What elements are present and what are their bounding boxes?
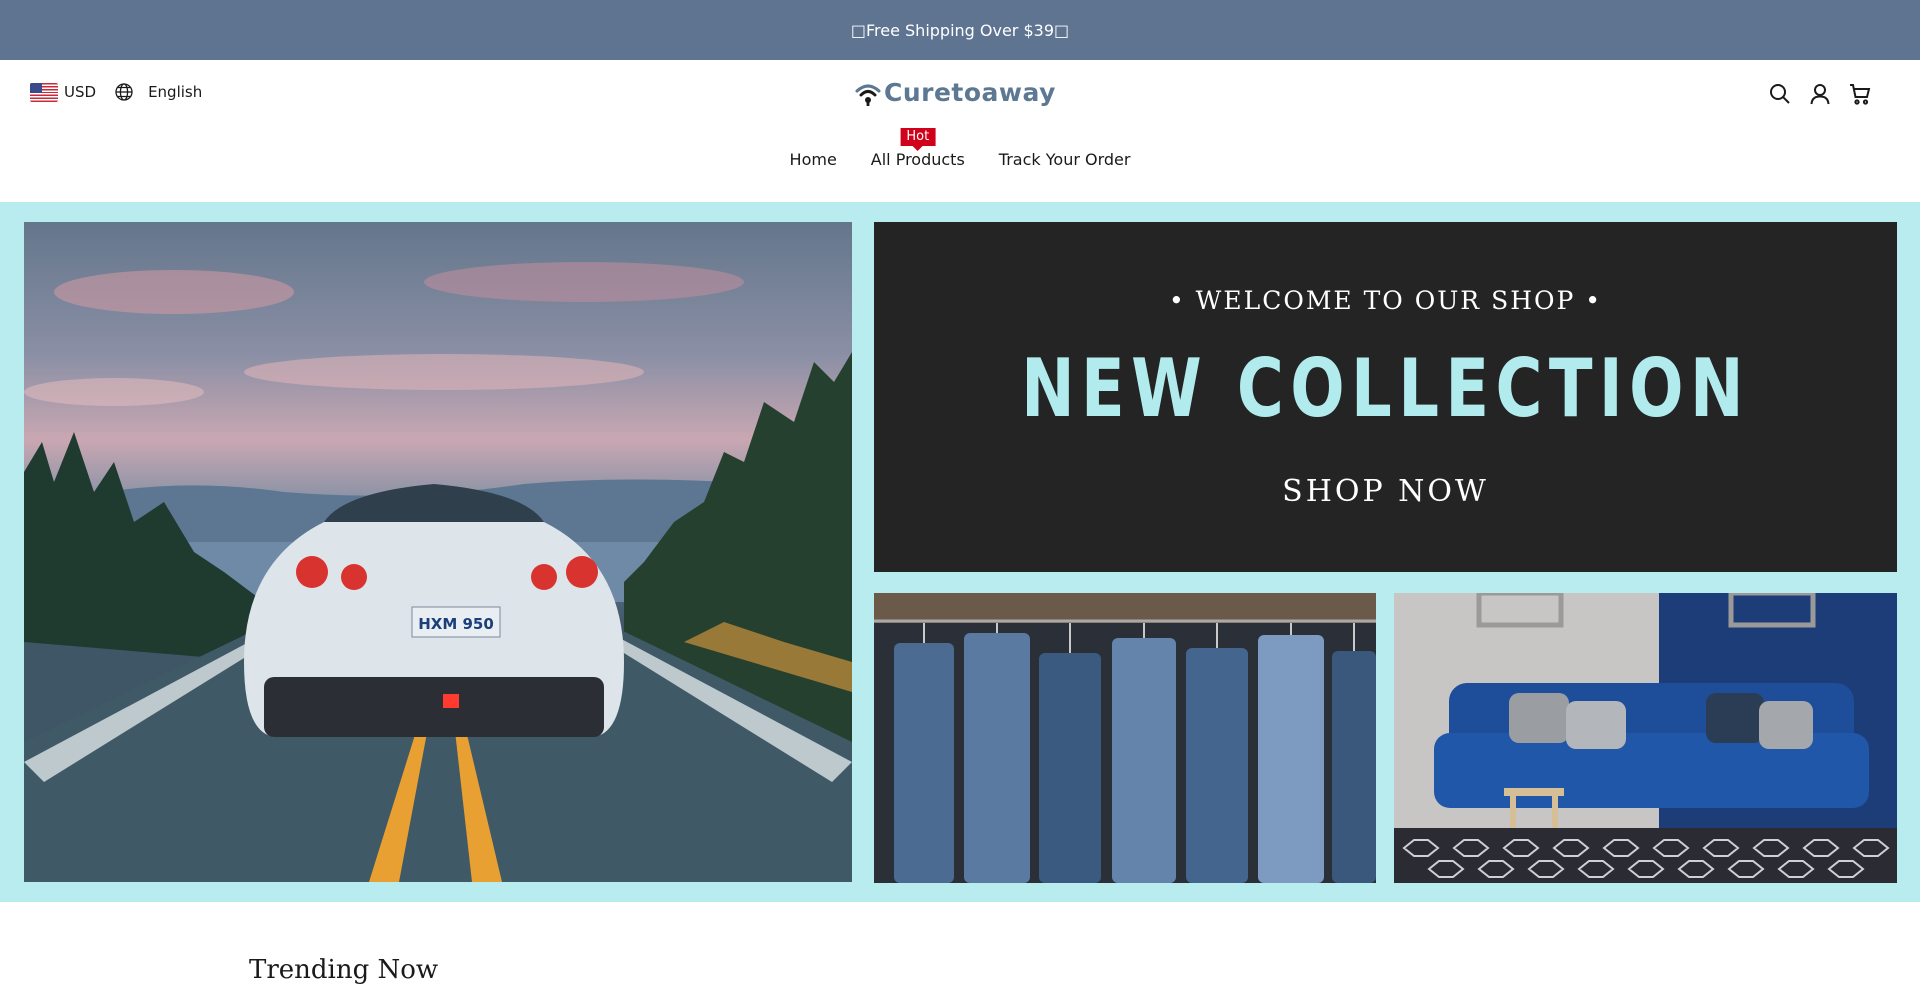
hero-banner: HXM 950 • WELCOME TO OUR SHOP • NEW COLL… <box>0 202 1920 902</box>
globe-icon[interactable] <box>114 82 134 102</box>
header-icons <box>1752 82 1872 106</box>
shop-now-link[interactable]: SHOP NOW <box>874 474 1897 509</box>
wifi-logo-icon <box>855 84 881 106</box>
trending-now-heading: Trending Now <box>249 955 439 985</box>
site-logo[interactable]: Curetoaway <box>854 78 1056 107</box>
site-header: USD English Curetoaway Home Hot All Prod… <box>0 60 1920 202</box>
announcement-bar: □Free Shipping Over $39□ <box>0 0 1920 60</box>
logo-text: Curetoaway <box>884 78 1056 107</box>
currency-selector[interactable]: USD <box>64 83 96 101</box>
license-plate-text: HXM 950 <box>418 615 494 633</box>
announcement-text: □Free Shipping Over $39□ <box>850 20 1070 40</box>
jeans-rack-image[interactable] <box>874 593 1376 883</box>
nav-item-label: All Products <box>870 150 965 169</box>
sofa-illustration <box>1394 593 1897 883</box>
nav-item-all-products[interactable]: Hot All Products <box>854 128 982 169</box>
welcome-text: • WELCOME TO OUR SHOP • <box>1168 286 1603 315</box>
jeans-illustration <box>874 593 1376 883</box>
locale-selector: USD English <box>30 82 202 102</box>
collection-headline: NEW COLLECTION <box>1021 342 1750 435</box>
main-nav: Home Hot All Products Track Your Order <box>0 128 1920 169</box>
us-flag-icon[interactable] <box>30 82 58 102</box>
nav-item-track-order[interactable]: Track Your Order <box>982 150 1148 169</box>
nav-item-home[interactable]: Home <box>773 150 854 169</box>
account-icon[interactable] <box>1808 82 1832 106</box>
car-road-illustration: HXM 950 <box>24 262 852 882</box>
blue-sofa-image[interactable] <box>1394 593 1897 883</box>
language-selector[interactable]: English <box>148 83 202 101</box>
cart-icon[interactable] <box>1848 82 1872 106</box>
car-road-image[interactable]: HXM 950 <box>24 222 852 882</box>
search-icon[interactable] <box>1768 82 1792 106</box>
hot-badge: Hot <box>900 128 936 151</box>
new-collection-banner[interactable]: • WELCOME TO OUR SHOP • NEW COLLECTION S… <box>874 222 1897 572</box>
